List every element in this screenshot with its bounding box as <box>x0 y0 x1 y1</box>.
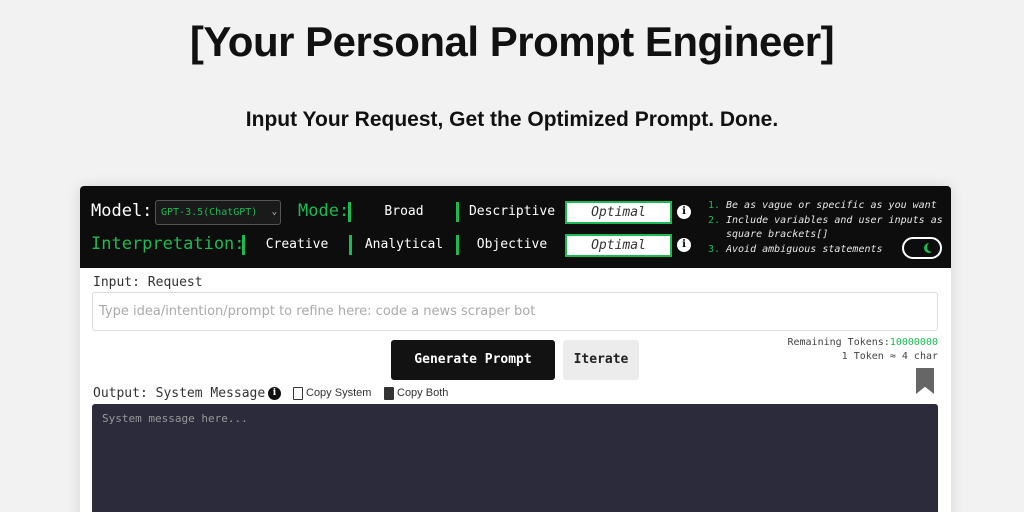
output-info-icon[interactable]: i <box>268 387 281 400</box>
divider <box>456 202 459 222</box>
output-placeholder: System message here... <box>102 412 248 425</box>
document-icon <box>293 386 303 400</box>
output-label: Output: System Message <box>93 386 266 401</box>
interpretation-value-field[interactable]: Optimal <box>565 234 672 257</box>
divider <box>349 235 352 255</box>
mode-option-broad[interactable]: Broad <box>358 200 450 224</box>
divider <box>242 235 245 255</box>
input-label: Input: Request <box>93 275 203 290</box>
model-select[interactable]: GPT-3.5(ChatGPT) ⌄ <box>155 200 281 225</box>
remaining-tokens-label: Remaining Tokens: <box>787 337 890 348</box>
token-ratio: 1 Token ≈ 4 char <box>841 351 938 362</box>
request-input[interactable]: Type idea/intention/prompt to refine her… <box>92 292 938 331</box>
prompt-engineer-card: Model: GPT-3.5(ChatGPT) ⌄ Mode: Broad De… <box>80 186 951 512</box>
remaining-tokens-value: 10000000 <box>889 337 938 348</box>
bookmark-icon[interactable] <box>916 368 934 394</box>
page-title: [Your Personal Prompt Engineer] <box>189 18 835 65</box>
mode-label: Mode: <box>298 201 350 221</box>
copy-both-label: Copy Both <box>397 387 449 399</box>
moon-icon <box>927 242 937 252</box>
interpretation-info-icon[interactable]: i <box>677 238 691 252</box>
chevron-down-icon: ⌄ <box>271 207 277 217</box>
settings-toolbar: Model: GPT-3.5(ChatGPT) ⌄ Mode: Broad De… <box>80 186 951 268</box>
mode-info-icon[interactable]: i <box>677 205 691 219</box>
iterate-button[interactable]: Iterate <box>563 340 639 380</box>
interpretation-option-objective[interactable]: Objective <box>464 233 560 257</box>
tip-item: 1. Be as vague or specific as you want <box>708 200 937 211</box>
divider <box>456 235 459 255</box>
copy-system-button[interactable]: Copy System <box>293 385 371 401</box>
system-message-output[interactable]: System message here... <box>92 404 938 512</box>
divider <box>348 202 351 222</box>
generate-prompt-button[interactable]: Generate Prompt <box>391 340 555 380</box>
model-label: Model: <box>91 201 153 221</box>
copy-both-button[interactable]: Copy Both <box>384 385 448 401</box>
document-icon <box>384 386 394 400</box>
interpretation-option-creative[interactable]: Creative <box>252 233 342 257</box>
interpretation-label: Interpretation: <box>91 234 245 254</box>
dark-mode-toggle[interactable] <box>902 237 942 259</box>
token-info: Remaining Tokens:10000000 1 Token ≈ 4 ch… <box>740 336 938 364</box>
page-subtitle: Input Your Request, Get the Optimized Pr… <box>245 108 779 131</box>
interpretation-option-analytical[interactable]: Analytical <box>358 233 450 257</box>
mode-option-descriptive[interactable]: Descriptive <box>464 200 560 224</box>
copy-system-label: Copy System <box>306 387 372 399</box>
model-select-value: GPT-3.5(ChatGPT) <box>161 207 258 218</box>
mode-value-field[interactable]: Optimal <box>565 201 672 224</box>
